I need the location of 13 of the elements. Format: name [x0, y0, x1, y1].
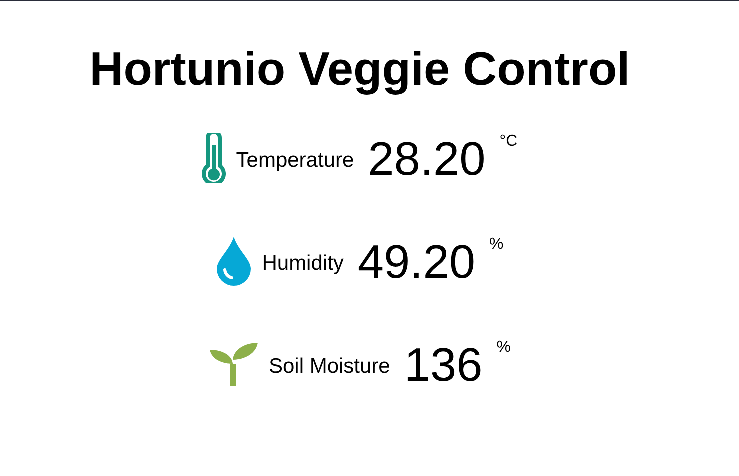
- reading-label: Temperature: [236, 148, 354, 173]
- sprout-icon: [210, 343, 258, 386]
- page-title: Hortunio Veggie Control: [90, 41, 630, 97]
- reading-label: Humidity: [262, 251, 344, 276]
- droplet-icon: [217, 237, 252, 286]
- reading-value: 49.20: [358, 234, 476, 288]
- thermometer-icon: [202, 133, 226, 183]
- reading-value: 28.20: [368, 130, 486, 186]
- reading-label: Soil Moisture: [268, 354, 390, 379]
- reading-value: 136: [404, 336, 483, 392]
- reading-unit: %: [490, 235, 504, 254]
- reading-unit: %: [496, 338, 512, 357]
- reading-unit: °C: [500, 132, 518, 151]
